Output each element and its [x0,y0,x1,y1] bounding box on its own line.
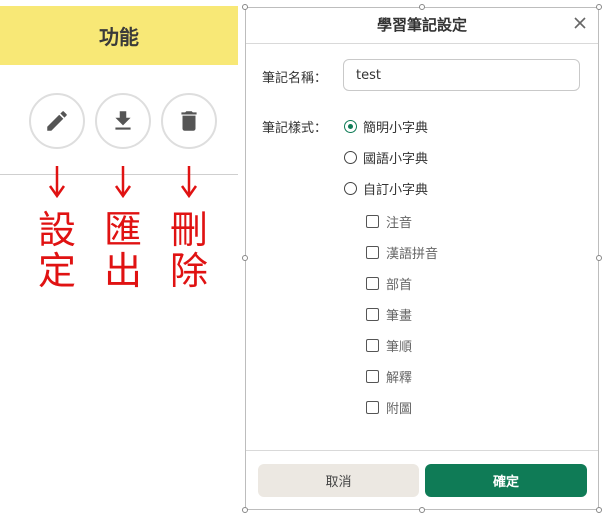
dialog-title: 學習筆記設定 [376,16,467,34]
radio-button-checked[interactable] [344,120,357,133]
checkbox[interactable] [366,401,379,414]
delete-button[interactable] [161,93,217,149]
custom-option-label: 注音 [386,216,413,231]
style-label: 筆記樣式： [262,121,328,136]
trash-icon [181,111,197,131]
custom-option-explanation[interactable]: 解釋 [366,367,412,386]
annotation-char: 設 [37,208,76,252]
annotation-delete: 刪 除 [167,210,211,292]
name-label: 筆記名稱： [262,71,328,86]
annotation-char: 定 [37,249,76,293]
radio-button[interactable] [344,182,357,195]
confirm-button[interactable]: 確定 [425,464,587,497]
custom-option-label: 筆畫 [386,309,413,324]
checkbox[interactable] [366,215,379,228]
function-header: 功能 [0,6,238,65]
custom-option-strokes[interactable]: 筆畫 [366,305,412,324]
custom-option-label: 部首 [386,278,413,293]
annotation-char: 除 [169,249,208,293]
custom-option-pinyin[interactable]: 漢語拼音 [366,243,438,262]
style-option-mandarin[interactable]: 國語小字典 [344,148,428,167]
custom-option-label: 附圖 [386,402,413,417]
checkbox[interactable] [366,370,379,383]
annotation-char: 匯 [103,208,142,252]
style-option-label: 國語小字典 [363,152,429,167]
edit-button[interactable] [29,93,85,149]
custom-option-zhuyin[interactable]: 注音 [366,212,412,231]
annotation-settings: 設 定 [35,210,79,292]
arrow-down-icon [180,166,198,199]
custom-option-image[interactable]: 附圖 [366,398,412,417]
annotation-export: 匯 出 [101,210,145,292]
download-icon [115,111,131,130]
checkbox[interactable] [366,308,379,321]
style-option-label: 自訂小字典 [363,183,429,198]
pencil-icon [47,111,67,131]
style-option-concise[interactable]: 簡明小字典 [344,117,428,136]
footer-divider [246,450,598,451]
custom-option-label: 解釋 [386,371,413,386]
export-button[interactable] [95,93,151,149]
resize-handle[interactable] [419,507,425,513]
checkbox[interactable] [366,339,379,352]
resize-handle[interactable] [596,255,602,261]
custom-option-radical[interactable]: 部首 [366,274,412,293]
annotation-char: 出 [103,249,142,293]
arrow-down-icon [114,166,132,199]
style-option-custom[interactable]: 自訂小字典 [344,179,428,198]
custom-option-stroke-order[interactable]: 筆順 [366,336,412,355]
checkbox[interactable] [366,246,379,259]
checkbox[interactable] [366,277,379,290]
close-button[interactable] [569,12,591,34]
title-divider [246,43,598,44]
radio-button[interactable] [344,151,357,164]
note-name-input[interactable] [343,59,580,91]
arrow-down-icon [48,166,66,199]
cancel-button[interactable]: 取消 [258,464,419,497]
style-option-label: 簡明小字典 [363,121,429,136]
resize-handle[interactable] [242,507,248,513]
close-icon [574,17,586,29]
resize-handle[interactable] [242,255,248,261]
custom-option-label: 筆順 [386,340,413,355]
custom-option-label: 漢語拼音 [386,247,439,262]
annotation-char: 刪 [169,208,208,252]
resize-handle[interactable] [596,507,602,513]
